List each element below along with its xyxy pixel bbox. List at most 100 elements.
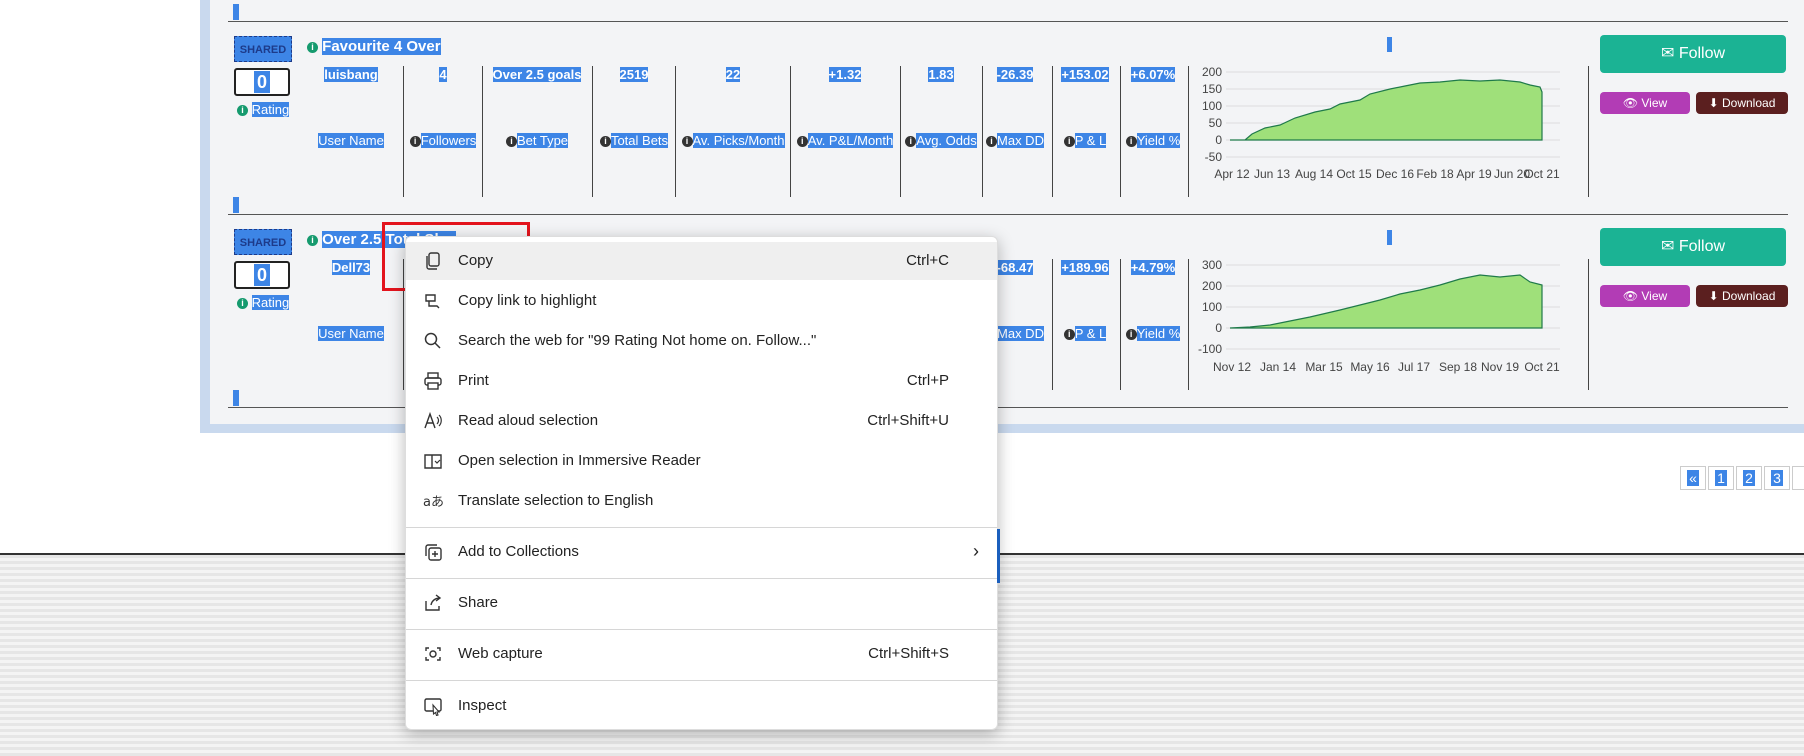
col-divider	[403, 66, 404, 197]
rating-label: i Rating	[237, 102, 290, 117]
y-tick: 100	[1202, 99, 1222, 113]
stat-value[interactable]: luisbang	[324, 67, 378, 82]
stat-username: luisbang	[316, 67, 386, 82]
page-1[interactable]: 1	[1708, 466, 1734, 490]
y-tick: 100	[1202, 300, 1222, 314]
col-divider	[1120, 66, 1121, 197]
menu-item-share[interactable]: Share	[406, 584, 997, 622]
col-divider	[1188, 66, 1189, 197]
profit-chart: 300 200 100 0 -100 Nov 12 Jan 14 Mar 15 …	[1198, 258, 1560, 374]
page-prev[interactable]: «	[1680, 466, 1706, 490]
info-icon: i	[237, 105, 248, 117]
page-next-partial[interactable]	[1792, 466, 1804, 490]
menu-separator	[406, 629, 997, 630]
info-icon: i	[307, 41, 318, 53]
menu-item-add-to-collections[interactable]: Add to Collections ›	[406, 533, 997, 571]
menu-separator	[406, 527, 997, 528]
selection-marker	[233, 197, 239, 213]
x-tick: May 16	[1350, 360, 1390, 374]
info-icon: i	[796, 136, 808, 148]
stat-label: i Bet Type	[482, 133, 592, 148]
y-tick: 300	[1202, 258, 1222, 272]
menu-item-print[interactable]: Print Ctrl+P	[406, 362, 997, 400]
view-button[interactable]: 👁 View	[1600, 92, 1690, 114]
view-button[interactable]: 👁 View	[1600, 285, 1690, 307]
col-divider	[900, 66, 901, 197]
menu-item-search-web[interactable]: Search the web for "99 Rating Not home o…	[406, 322, 997, 360]
share-icon	[425, 594, 442, 611]
row-divider	[228, 214, 1788, 215]
col-divider	[675, 66, 676, 197]
x-tick: Aug 14	[1295, 167, 1333, 181]
col-divider	[1188, 259, 1189, 390]
menu-item-immersive-reader[interactable]: Open selection in Immersive Reader	[406, 442, 997, 480]
col-divider	[592, 66, 593, 197]
y-tick: 200	[1202, 65, 1222, 79]
translate-icon: aあ	[423, 495, 443, 510]
rating-value: 0	[253, 71, 270, 93]
stat-picks-month: 22	[725, 67, 741, 82]
col-divider	[1588, 259, 1589, 390]
info-icon: i	[905, 136, 917, 148]
menu-item-web-capture[interactable]: Web capture Ctrl+Shift+S	[406, 635, 997, 673]
page-3[interactable]: 3	[1764, 466, 1790, 490]
stat-max-dd: -26.39	[996, 67, 1034, 82]
menu-separator	[406, 578, 997, 579]
x-tick: Nov 19	[1481, 360, 1519, 374]
selection-marker	[1387, 37, 1392, 52]
x-tick: Jan 14	[1260, 360, 1296, 374]
y-tick: 50	[1209, 116, 1223, 130]
stat-label: User Name	[318, 326, 384, 341]
stat-label: i Yield %	[1120, 326, 1186, 341]
menu-item-inspect[interactable]: Inspect	[406, 687, 997, 725]
print-icon	[424, 372, 442, 390]
x-tick: Feb 18	[1416, 167, 1454, 181]
y-tick: -100	[1198, 342, 1222, 356]
info-icon: i	[1063, 329, 1075, 341]
menu-item-read-aloud[interactable]: Read aloud selection Ctrl+Shift+U	[406, 402, 997, 440]
selection-marker	[1387, 230, 1392, 245]
info-icon: i	[1125, 136, 1137, 148]
stat-label: iMax DD	[982, 133, 1048, 148]
page-2[interactable]: 2	[1736, 466, 1762, 490]
stat-yield: +4.79%	[1130, 260, 1176, 275]
strategy-title[interactable]: i Favourite 4 Over	[307, 38, 441, 55]
info-icon: i	[409, 136, 421, 148]
stat-username: Dell73	[331, 260, 371, 275]
stat-label: iP & L	[1052, 326, 1118, 341]
info-icon: i	[505, 136, 517, 148]
shared-badge: SHARED	[234, 36, 292, 62]
info-icon: i	[681, 136, 693, 148]
info-icon: i	[1063, 136, 1075, 148]
info-icon: i	[986, 136, 998, 148]
stat-avg-odds: 1.83	[928, 67, 954, 82]
download-button[interactable]: ⬇ Download	[1696, 285, 1788, 307]
download-button[interactable]: ⬇ Download	[1696, 92, 1788, 114]
col-divider	[982, 66, 983, 197]
stat-label: i Avg. Odds	[900, 133, 982, 148]
menu-separator	[406, 680, 997, 681]
scrollbar-thumb[interactable]	[997, 529, 1000, 583]
stat-label: i Av. P&L/Month	[790, 133, 900, 148]
menu-item-translate[interactable]: aあ Translate selection to English	[406, 482, 997, 520]
menu-item-copy[interactable]: Copy Ctrl+C	[406, 242, 997, 280]
stat-label: i Av. Picks/Month	[675, 133, 791, 148]
x-tick: Sep 18	[1439, 360, 1477, 374]
read-aloud-icon	[424, 411, 442, 429]
info-icon: i	[307, 234, 318, 246]
chevron-right-icon: ›	[973, 541, 979, 561]
stat-label: i Total Bets	[592, 133, 676, 148]
follow-button[interactable]: ✉ Follow	[1600, 35, 1786, 73]
selection-marker	[233, 4, 239, 20]
profit-area	[1229, 274, 1543, 329]
y-tick: 0	[1215, 321, 1222, 335]
x-tick: Oct 21	[1524, 167, 1560, 181]
selection-marker	[233, 390, 239, 406]
stat-followers: 4	[439, 67, 447, 82]
shared-badge: SHARED	[234, 229, 292, 255]
menu-item-copy-link-highlight[interactable]: Copy link to highlight	[406, 282, 997, 320]
rating-value: 0	[253, 264, 270, 286]
follow-button[interactable]: ✉ Follow	[1600, 228, 1786, 266]
stat-yield: +6.07%	[1130, 67, 1176, 82]
x-tick: Nov 12	[1213, 360, 1251, 374]
